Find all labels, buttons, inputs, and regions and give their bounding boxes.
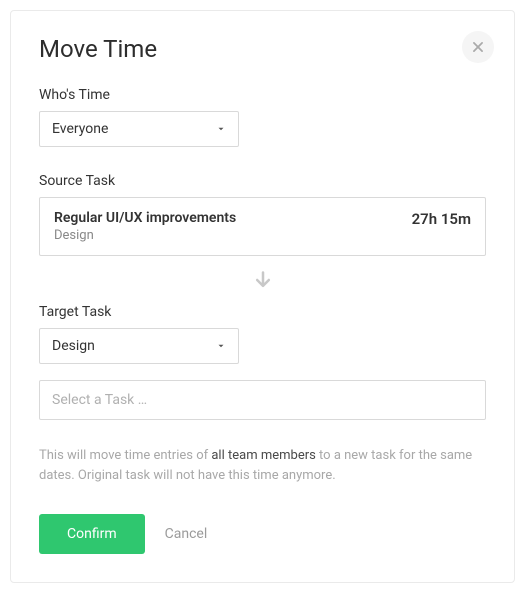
arrow-down-icon	[253, 270, 273, 290]
arrow-down	[39, 256, 486, 304]
chevron-down-icon	[216, 124, 226, 134]
target-project-select[interactable]: Design	[39, 328, 239, 364]
close-button[interactable]	[462, 31, 494, 63]
target-task-label: Target Task	[39, 304, 486, 320]
dialog-title: Move Time	[39, 35, 486, 63]
source-task-name: Regular UI/UX improvements	[54, 210, 236, 226]
confirm-button[interactable]: Confirm	[39, 514, 145, 554]
source-task-project: Design	[54, 228, 236, 243]
dialog-actions: Confirm Cancel	[39, 514, 486, 554]
close-icon	[471, 40, 485, 54]
target-task-input[interactable]	[39, 380, 486, 420]
source-task-duration: 27h 15m	[412, 210, 471, 228]
note-pre: This will move time entries of	[39, 448, 211, 463]
move-note: This will move time entries of all team …	[39, 446, 486, 486]
source-task-card: Regular UI/UX improvements Design 27h 15…	[39, 197, 486, 256]
cancel-button[interactable]: Cancel	[165, 526, 208, 542]
move-time-dialog: Move Time Who's Time Everyone Source Tas…	[10, 10, 515, 583]
whos-time-label: Who's Time	[39, 87, 486, 103]
chevron-down-icon	[216, 341, 226, 351]
whos-time-select[interactable]: Everyone	[39, 111, 239, 147]
note-strong: all team members	[211, 448, 315, 463]
whos-time-value: Everyone	[52, 121, 108, 137]
target-project-value: Design	[52, 338, 95, 354]
source-task-label: Source Task	[39, 173, 486, 189]
